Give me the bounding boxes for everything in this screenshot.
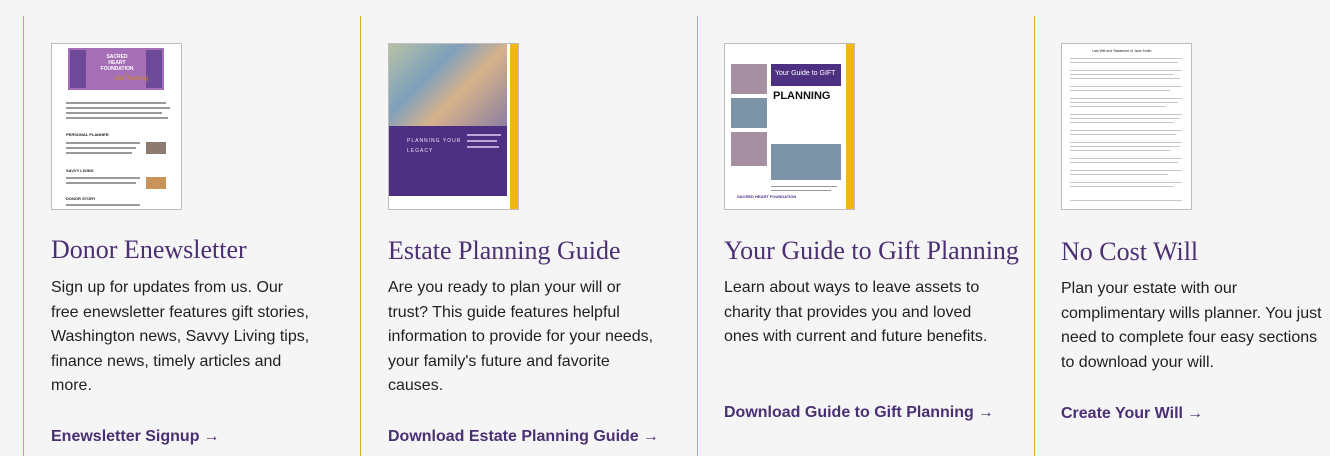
column-divider [697, 16, 698, 456]
will-document-thumbnail[interactable]: Last Will and Testament of Jane Smith [1061, 43, 1192, 210]
card-title: No Cost Will [1061, 237, 1199, 266]
arrow-right-icon: → [977, 404, 994, 421]
card-description: Plan your estate with our complimentary … [1061, 280, 1322, 371]
cover-title: PLANNING YOUR LEGACY [407, 138, 462, 154]
cover-logo: SACRED HEART FOUNDATION [737, 194, 797, 199]
cover-bottom: SACRED HEART FOUNDATION [389, 180, 507, 209]
cta-label: Download Estate Planning Guide [388, 428, 639, 445]
arrow-right-icon: → [642, 428, 659, 445]
will-heading: Last Will and Testament of Jane Smith [1092, 49, 1152, 53]
cta-label: Enewsletter Signup [51, 428, 200, 445]
cta-label: Create Your Will [1061, 405, 1183, 422]
cover-purple-band: PLANNING YOUR LEGACY [389, 126, 507, 196]
create-your-will-link[interactable]: Create Your Will → [1061, 405, 1203, 423]
download-guide-to-gift-planning-link[interactable]: Download Guide to Gift Planning → [724, 404, 994, 422]
card-title: Estate Planning Guide [388, 236, 621, 265]
card-title: Your Guide to Gift Planning [724, 236, 1019, 265]
cover-gold-strip [510, 44, 518, 209]
enewsletter-signup-link[interactable]: Enewsletter Signup → [51, 428, 219, 446]
column-divider [360, 16, 361, 456]
arrow-right-icon: → [1186, 405, 1203, 422]
column-divider [1034, 16, 1035, 456]
cover-title: PLANNING [773, 90, 831, 102]
cover-logo: SACRED HEART FOUNDATION [437, 180, 497, 185]
newsletter-section-2: SAVVY LIVING [66, 168, 94, 173]
newsletter-section-3: DONOR STORY [66, 196, 96, 201]
column-divider [23, 16, 24, 456]
cover-banner-text: Your Guide to GIFT [775, 70, 836, 77]
cta-label: Download Guide to Gift Planning [724, 404, 974, 421]
cover-gold-strip [846, 44, 854, 209]
gift-planning-thumbnail[interactable]: Your Guide to GIFT PLANNING SACRED HEART… [724, 43, 855, 210]
card-description: Sign up for updates from us. Our free en… [51, 279, 310, 394]
download-estate-planning-guide-link[interactable]: Download Estate Planning Guide → [388, 428, 659, 446]
cover-banner: Your Guide to GIFT [771, 64, 841, 86]
newsletter-tagline: Gift Planning [114, 76, 149, 82]
cover-photo [389, 44, 507, 126]
arrow-right-icon: → [203, 428, 220, 445]
card-description: Learn about ways to leave assets to char… [724, 279, 988, 345]
newsletter-section-1: PERSONAL PLANNER [66, 132, 109, 137]
estate-planning-thumbnail[interactable]: PLANNING YOUR LEGACY SACRED HEART FOUNDA… [388, 43, 519, 210]
enewsletter-thumbnail[interactable]: SACRED HEART FOUNDATION Gift Planning PE… [51, 43, 182, 210]
newsletter-header-image: SACRED HEART FOUNDATION Gift Planning [68, 48, 164, 90]
card-title: Donor Enewsletter [51, 235, 247, 264]
card-description: Are you ready to plan your will or trust… [388, 279, 654, 394]
